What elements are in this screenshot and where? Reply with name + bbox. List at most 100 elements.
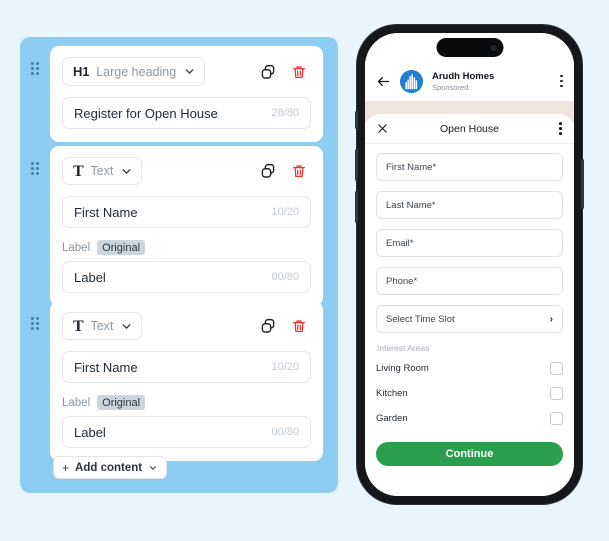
label-value-counter: 00/80 (271, 426, 299, 438)
block-value-counter: 28/80 (271, 107, 299, 119)
block-value-counter: 10/20 (271, 361, 299, 373)
block-type-tag: T (73, 317, 84, 335)
chevron-right-icon: › (549, 313, 553, 325)
form-editor-panel: H1 Large heading Register for Open House… (20, 37, 338, 493)
label-caption: Label (62, 241, 91, 254)
label-value-counter: 00/80 (271, 271, 299, 283)
chevron-down-icon (122, 323, 131, 329)
block-toolbar: T Text (62, 312, 311, 340)
label-value-text: Label (74, 269, 106, 285)
phone-field[interactable]: Phone* (376, 267, 563, 295)
modal-title: Open House (440, 122, 499, 135)
interest-label: Garden (376, 413, 408, 424)
editor-block: T Text First Name 10/20 Label Original L… (20, 146, 338, 306)
power-button[interactable] (581, 159, 584, 209)
interest-row: Living Room (376, 362, 563, 375)
first-name-field[interactable]: First Name* (376, 153, 563, 181)
email-placeholder: Email* (386, 237, 414, 249)
block-toolbar: H1 Large heading (62, 57, 311, 86)
time-slot-label: Select Time Slot (386, 313, 455, 325)
label-value-input[interactable]: Label 00/80 (62, 416, 311, 448)
last-name-placeholder: Last Name* (386, 199, 436, 211)
chevron-down-icon (185, 69, 194, 74)
email-field[interactable]: Email* (376, 229, 563, 257)
time-slot-picker[interactable]: Select Time Slot › (376, 305, 563, 333)
block-actions (259, 63, 311, 81)
plus-icon: + (62, 460, 70, 475)
label-value-input[interactable]: Label 00/80 (62, 261, 311, 293)
volume-down-button[interactable] (355, 191, 358, 223)
duplicate-icon[interactable] (259, 162, 277, 180)
drag-dots (31, 162, 39, 175)
block-value-text: Register for Open House (74, 105, 218, 121)
modal-header: Open House (365, 114, 574, 144)
label-meta-row: Label Original (62, 240, 311, 255)
editor-block: T Text First Name 10/20 Label Original L… (20, 301, 338, 461)
block-card: T Text First Name 10/20 Label Original L… (50, 301, 323, 461)
interest-areas-heading: Interest Areas (377, 343, 430, 353)
lead-form-modal: Open House First Name* Last Name* Email*… (365, 114, 574, 496)
block-type-label: Text (90, 164, 114, 178)
block-value-input[interactable]: First Name 10/20 (62, 351, 311, 383)
volume-up-button[interactable] (355, 149, 358, 181)
block-value-input[interactable]: Register for Open House 28/80 (62, 97, 311, 129)
last-name-field[interactable]: Last Name* (376, 191, 563, 219)
block-type-tag: H1 (73, 64, 90, 79)
front-camera-icon (490, 44, 496, 51)
brand-text-group: Arudh Homes Sponsored (432, 71, 551, 92)
app-top-bar: Arudh Homes Sponsored (365, 61, 574, 101)
kebab-menu-icon[interactable] (560, 74, 563, 88)
dynamic-island (436, 38, 503, 57)
block-value-input[interactable]: First Name 10/20 (62, 196, 311, 228)
chevron-down-icon (150, 465, 157, 470)
drag-dots (31, 317, 39, 330)
lead-form-body: First Name* Last Name* Email* Phone* Sel… (365, 144, 574, 425)
trash-icon[interactable] (291, 163, 307, 179)
interest-checkbox[interactable] (550, 387, 563, 400)
chevron-down-icon (122, 168, 131, 174)
brand-name: Arudh Homes (432, 70, 495, 82)
block-type-select[interactable]: H1 Large heading (62, 57, 206, 86)
label-value-text: Label (74, 424, 106, 440)
duplicate-icon[interactable] (259, 63, 277, 81)
block-card: H1 Large heading Register for Open House… (50, 46, 323, 142)
block-type-tag: T (73, 162, 84, 180)
phone-placeholder: Phone* (386, 275, 418, 287)
drag-handle-icon[interactable] (20, 46, 50, 75)
interest-row: Garden (376, 412, 563, 425)
interest-label: Kitchen (376, 388, 408, 399)
drag-dots (31, 62, 39, 75)
silent-switch[interactable] (355, 111, 358, 129)
trash-icon[interactable] (291, 64, 307, 80)
drag-handle-icon[interactable] (20, 301, 50, 330)
block-value-text: First Name (74, 359, 138, 375)
drag-handle-icon[interactable] (20, 146, 50, 175)
interest-checkbox[interactable] (550, 412, 563, 425)
close-icon[interactable] (377, 123, 388, 134)
duplicate-icon[interactable] (259, 317, 277, 335)
block-type-select[interactable]: T Text (62, 157, 143, 185)
block-type-label: Large heading (96, 64, 177, 79)
kebab-menu-icon[interactable] (559, 122, 562, 135)
continue-button[interactable]: Continue (376, 442, 563, 466)
block-card: T Text First Name 10/20 Label Original L… (50, 146, 323, 306)
trash-icon[interactable] (291, 318, 307, 334)
brand-logo-icon (400, 69, 423, 93)
interest-label: Living Room (376, 363, 429, 374)
block-actions (259, 317, 311, 335)
original-badge: Original (97, 395, 146, 410)
sponsored-label: Sponsored (432, 82, 469, 92)
interest-row: Kitchen (376, 387, 563, 400)
interest-checkbox[interactable] (550, 362, 563, 375)
label-meta-row: Label Original (62, 395, 311, 410)
phone-screen: Arudh Homes Sponsored Open House First N… (365, 33, 574, 496)
block-type-select[interactable]: T Text (62, 312, 143, 340)
editor-block: H1 Large heading Register for Open House… (20, 46, 338, 142)
back-arrow-icon[interactable] (376, 74, 391, 89)
phone-preview-frame: Arudh Homes Sponsored Open House First N… (355, 25, 584, 504)
first-name-placeholder: First Name* (386, 161, 437, 173)
block-toolbar: T Text (62, 157, 311, 185)
add-content-button[interactable]: + Add content (53, 456, 168, 479)
block-actions (259, 162, 311, 180)
add-content-label: Add content (75, 461, 143, 474)
